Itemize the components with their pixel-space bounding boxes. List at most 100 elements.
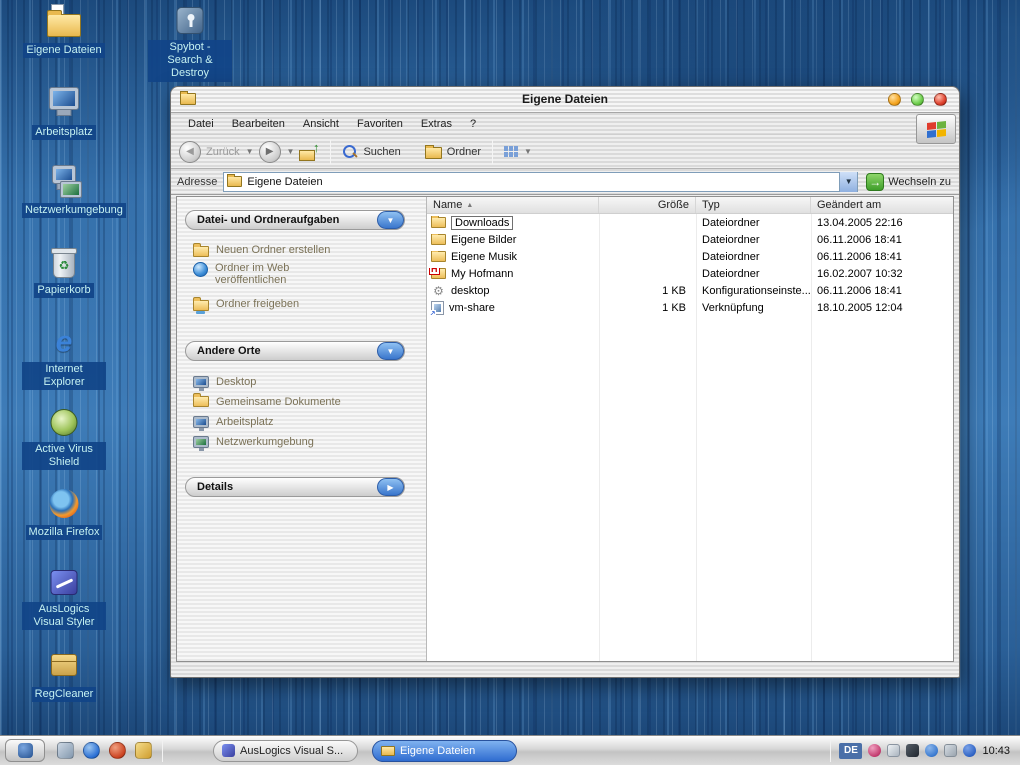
minimize-button[interactable] — [888, 93, 901, 106]
tray-icon-1[interactable] — [868, 744, 882, 757]
search-button-label[interactable]: Suchen — [363, 146, 400, 158]
place-desktop[interactable]: Desktop — [193, 375, 413, 391]
menu-hilfe[interactable]: ? — [461, 116, 485, 132]
start-button[interactable] — [5, 739, 45, 762]
task-button-label: Eigene Dateien — [400, 744, 476, 757]
task-label: Ordner im Web veröffentlichen — [215, 262, 290, 286]
other-places-header[interactable]: Andere Orte ▼ — [185, 341, 405, 361]
tray-icon-6[interactable] — [963, 744, 977, 757]
firefox-icon — [44, 486, 84, 520]
file-row-desktop[interactable]: ⚙ desktop 1 KB Konfigurationseinste... 0… — [427, 282, 953, 299]
menu-favoriten[interactable]: Favoriten — [348, 116, 412, 132]
task-new-folder[interactable]: Neuen Ordner erstellen — [193, 243, 413, 257]
views-dropdown-icon[interactable]: ▼ — [524, 147, 532, 156]
chevron-down-icon[interactable]: ▼ — [377, 211, 404, 229]
file-row-vm-share[interactable]: vm-share 1 KB Verknüpfung 18.10.2005 12:… — [427, 299, 953, 316]
toolbar-separator — [492, 139, 494, 164]
show-desktop-icon[interactable] — [57, 742, 74, 759]
file-name: vm-share — [449, 301, 495, 314]
back-button[interactable]: ◀ — [179, 140, 201, 163]
details-header[interactable]: Details ▶ — [185, 477, 405, 497]
forward-dropdown-icon[interactable]: ▼ — [287, 147, 295, 156]
file-modified: 06.11.2006 18:41 — [817, 233, 902, 246]
taskbar-button-auslogics[interactable]: AusLogics Visual S... — [213, 739, 358, 762]
place-label: Gemeinsame Dokumente — [216, 396, 341, 408]
tray-icon-3[interactable] — [906, 744, 920, 757]
task-label: Neuen Ordner erstellen — [216, 244, 331, 256]
file-size: 1 KB — [662, 284, 686, 297]
start-icon — [17, 743, 33, 758]
address-folder-icon — [227, 174, 243, 187]
internet-explorer-quicklaunch-icon[interactable] — [83, 742, 100, 759]
menu-ansicht[interactable]: Ansicht — [294, 116, 348, 132]
language-indicator[interactable]: DE — [839, 742, 863, 759]
place-arbeitsplatz[interactable]: Arbeitsplatz — [193, 415, 413, 431]
menu-bearbeiten[interactable]: Bearbeiten — [223, 116, 294, 132]
windows-logo — [916, 114, 956, 144]
column-header-name[interactable]: Name ▲ — [427, 197, 599, 213]
taskbar-button-eigene-dateien[interactable]: Eigene Dateien — [372, 739, 517, 762]
chevron-right-icon[interactable]: ▶ — [377, 478, 404, 496]
tray-icon-5[interactable] — [944, 744, 958, 757]
desktop-icon-arbeitsplatz[interactable]: Arbeitsplatz — [22, 86, 106, 141]
network-icon — [44, 164, 84, 198]
file-tasks-title: Datei- und Ordneraufgaben — [197, 214, 340, 226]
file-row-eigene-musik[interactable]: Eigene Musik Dateiordner 06.11.2006 18:4… — [427, 248, 953, 265]
column-header-size[interactable]: Größe — [599, 197, 696, 213]
firefox-quicklaunch-icon[interactable] — [109, 742, 126, 759]
file-size: 1 KB — [662, 301, 686, 314]
file-modified: 06.11.2006 18:41 — [817, 250, 902, 263]
folders-icon[interactable] — [424, 144, 442, 159]
forward-button[interactable]: ▶ — [258, 140, 281, 163]
place-gemeinsame-dokumente[interactable]: Gemeinsame Dokumente — [193, 393, 413, 408]
place-netzwerkumgebung[interactable]: Netzwerkumgebung — [193, 435, 413, 451]
file-tasks-header[interactable]: Datei- und Ordneraufgaben ▼ — [185, 210, 405, 230]
go-button[interactable]: → Wechseln zu — [864, 172, 953, 191]
desktop-icon-auslogics-visual-styler[interactable]: AusLogics Visual Styler — [22, 566, 106, 631]
close-button[interactable] — [934, 93, 947, 106]
back-dropdown-icon[interactable]: ▼ — [246, 147, 254, 156]
task-publish-web[interactable]: Ordner im Web veröffentlichen — [193, 261, 413, 286]
desktop-icon-active-virus-shield[interactable]: Active Virus Shield — [22, 406, 106, 471]
desktop: Eigene Dateien Spybot - Search & Destroy… — [0, 0, 1020, 765]
maximize-button[interactable] — [911, 93, 924, 106]
desktop-icon-papierkorb[interactable]: Papierkorb — [22, 244, 106, 299]
file-row-eigene-bilder[interactable]: Eigene Bilder Dateiordner 06.11.2006 18:… — [427, 231, 953, 248]
task-pane: Datei- und Ordneraufgaben ▼ Neuen Ordner… — [177, 197, 427, 661]
window-title: Eigene Dateien — [521, 92, 609, 106]
desktop-icon-spybot[interactable]: Spybot - Search & Destroy — [148, 4, 232, 82]
regcleaner-icon — [44, 648, 84, 682]
folder-icon — [431, 233, 446, 245]
column-header-type[interactable]: Typ — [696, 197, 811, 213]
file-row-downloads[interactable]: Downloads Dateiordner 13.04.2005 22:16 — [427, 214, 953, 231]
menu-datei[interactable]: Datei — [179, 116, 223, 132]
new-folder-icon — [193, 243, 209, 257]
app-icon — [222, 744, 235, 757]
file-name: Eigene Musik — [451, 250, 518, 263]
folders-button-label[interactable]: Ordner — [447, 146, 481, 158]
globe-icon — [193, 262, 208, 277]
file-name: Eigene Bilder — [451, 233, 517, 246]
file-row-my-hofmann[interactable]: H My Hofmann Dateiordner 16.02.2007 10:3… — [427, 265, 953, 282]
desktop-icon-regcleaner[interactable]: RegCleaner — [22, 648, 106, 703]
chevron-down-icon[interactable]: ▼ — [377, 342, 404, 360]
shortcut-icon — [429, 300, 444, 315]
views-icon[interactable] — [504, 146, 519, 157]
tray-icon-4[interactable] — [925, 744, 939, 757]
tray-icon-2[interactable] — [887, 744, 901, 757]
up-button[interactable]: ↑ — [299, 141, 319, 161]
desktop-icon-eigene-dateien[interactable]: Eigene Dateien — [22, 4, 106, 59]
desktop-icon-internet-explorer[interactable]: e Internet Explorer — [22, 325, 106, 391]
title-bar[interactable]: Eigene Dateien — [171, 87, 959, 113]
list-header: Name ▲ Größe Typ Geändert am — [427, 197, 953, 214]
address-dropdown-button[interactable]: ▼ — [839, 171, 858, 192]
search-icon[interactable] — [342, 144, 358, 160]
menu-extras[interactable]: Extras — [412, 116, 461, 132]
desktop-icon-mozilla-firefox[interactable]: Mozilla Firefox — [22, 486, 106, 541]
task-share-folder[interactable]: Ordner freigeben — [193, 297, 413, 314]
column-header-modified[interactable]: Geändert am — [811, 197, 953, 213]
quicklaunch-app-icon[interactable] — [135, 742, 152, 759]
address-input[interactable]: Eigene Dateien ▼ — [223, 171, 859, 192]
clock[interactable]: 10:43 — [982, 745, 1010, 757]
desktop-icon-netzwerkumgebung[interactable]: Netzwerkumgebung — [22, 164, 126, 219]
